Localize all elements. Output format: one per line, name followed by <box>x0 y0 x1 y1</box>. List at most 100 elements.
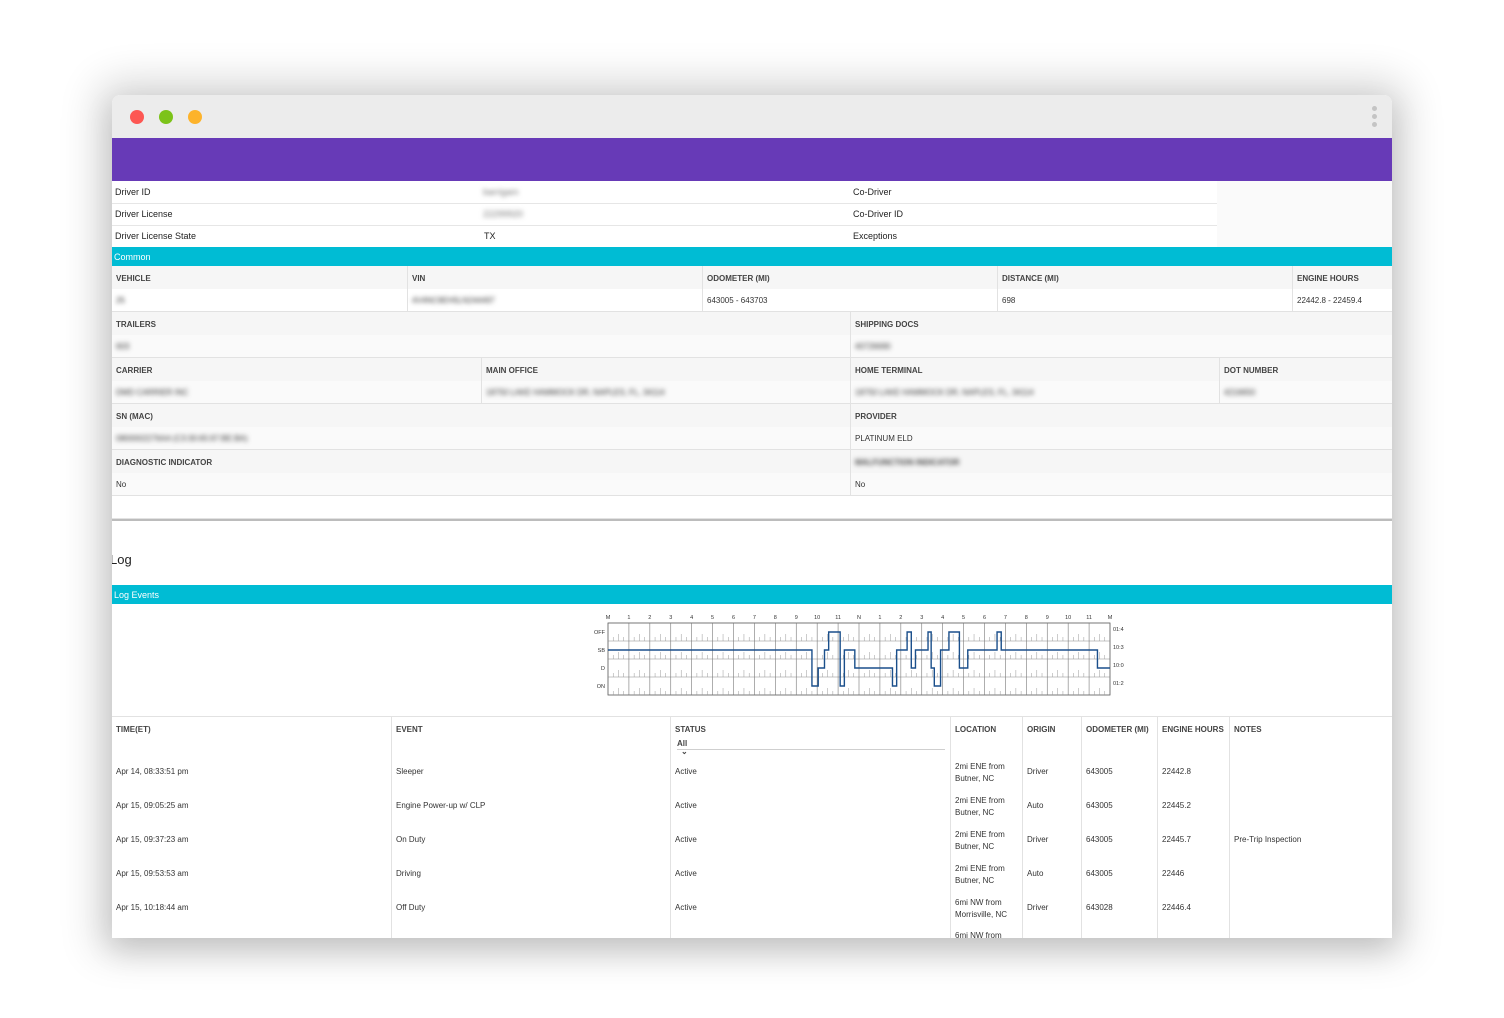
hour-label: M <box>606 615 611 621</box>
co-driver-id-label: Co-Driver ID <box>853 209 904 219</box>
driver-license-value: 22299920 <box>483 209 524 219</box>
event-name: Engine Power-up w/ CLP <box>396 801 486 810</box>
shipping-docs-value: 40726690 <box>855 342 891 351</box>
event-time: Apr 14, 08:33:51 pm <box>116 767 189 776</box>
page-content: Driver ID barrigam Co-Driver Driver Lice… <box>112 181 1392 938</box>
driver-id-label: Driver ID <box>115 187 151 197</box>
hour-label: 4 <box>690 615 693 621</box>
event-time: Apr 15, 09:53:53 am <box>116 869 189 878</box>
hour-label: 7 <box>1004 615 1007 621</box>
event-time: Apr 15, 09:37:23 am <box>116 835 189 844</box>
event-status: Active <box>675 801 697 810</box>
main-office-value: 18750 LAKE HAMMOCK DR, NAPLES, FL, 34114 <box>486 388 665 397</box>
carrier-value: DMD CARRIER INC <box>116 388 189 397</box>
odometer-header[interactable]: ODOMETER (MI) <box>1086 725 1149 734</box>
carrier-header-row: CARRIER MAIN OFFICE HOME TERMINAL DOT NU… <box>112 358 1392 382</box>
title-bar <box>112 95 1392 138</box>
driver-info-row: Driver ID barrigam Co-Driver <box>112 181 1392 204</box>
status-label: ON <box>597 684 605 690</box>
row-total: 01:46 <box>1113 627 1124 633</box>
table-row[interactable]: Apr 15, 09:53:53 am Driving Active 2mi ENE … <box>112 857 1392 892</box>
hour-label: 11 <box>835 615 841 621</box>
table-row[interactable]: Apr 15, 09:37:23 am On Duty Active 2mi ENE … <box>112 823 1392 858</box>
sn-value-row: 0800002276AA (C3:30:65:97:BE:BA) PLATINU… <box>112 427 1392 450</box>
hour-label: 6 <box>983 615 986 621</box>
close-window-button[interactable] <box>130 110 144 124</box>
event-origin: Driver <box>1027 835 1049 844</box>
vehicle-link[interactable]: 25 <box>116 296 125 305</box>
log-title: Log <box>112 552 132 567</box>
event-location: 6mi NW from <box>955 931 1002 938</box>
hour-label: 4 <box>941 615 944 621</box>
trailers-value: 603 <box>116 342 130 351</box>
engine-hours-header: ENGINE HOURS <box>1297 274 1359 283</box>
more-options-icon[interactable] <box>1370 106 1378 130</box>
event-time: Apr 15, 09:05:25 am <box>116 801 189 810</box>
event-location: 2mi ENE from Butner, NC <box>955 762 1005 783</box>
table-row[interactable]: Apr 15, 09:05:25 am Engine Power-up w/ CL… <box>112 789 1392 824</box>
event-odometer: 643005 <box>1086 869 1113 878</box>
table-row[interactable]: 6mi NW from <box>112 925 1392 938</box>
engine-hours-value: 22442.8 - 22459.4 <box>1297 296 1362 305</box>
maximize-window-button[interactable] <box>159 110 173 124</box>
log-events-section-header: Log Events <box>112 585 1392 604</box>
table-row[interactable]: Apr 15, 10:18:44 am Off Duty Active 6mi NW … <box>112 891 1392 926</box>
graph-row-totals: 01:46 10:31 10:04 01:29 <box>1113 627 1124 687</box>
hour-label: 2 <box>648 615 651 621</box>
distance-header: DISTANCE (MI) <box>1002 274 1059 283</box>
status-header[interactable]: STATUS <box>675 725 706 734</box>
event-odometer: 643005 <box>1086 767 1113 776</box>
event-notes: Pre-Trip Inspection <box>1234 835 1302 844</box>
table-row[interactable]: Apr 14, 08:33:51 pm Sleeper Active 2mi ENE … <box>112 755 1392 790</box>
carrier-header: CARRIER <box>116 366 153 375</box>
event-header[interactable]: EVENT <box>396 725 423 734</box>
main-office-header: MAIN OFFICE <box>486 366 538 375</box>
common-section-header: Common <box>112 247 1392 266</box>
status-label: OFF <box>594 630 606 636</box>
event-odometer: 643005 <box>1086 801 1113 810</box>
status-filter-select[interactable]: All ⌄ <box>677 739 945 756</box>
dot-number-value: 4216650 <box>1224 388 1256 397</box>
vin-value: 4V4NC9EH5LN244497 <box>412 296 495 305</box>
minimize-window-button[interactable] <box>188 110 202 124</box>
status-label: D <box>601 666 605 672</box>
time-header[interactable]: TIME(ET) <box>116 725 151 734</box>
co-driver-label: Co-Driver <box>853 187 892 197</box>
odometer-header: ODOMETER (MI) <box>707 274 770 283</box>
row-total: 10:31 <box>1113 645 1124 651</box>
graph-hour-labels: M 1 2 3 4 5 6 7 8 9 10 11 N 1 2 3 4 5 6 7 8 9 10 11 M <box>606 615 1113 621</box>
hour-label: 5 <box>711 615 714 621</box>
event-time: Apr 15, 10:18:44 am <box>116 903 189 912</box>
hour-label: 10 <box>1065 615 1071 621</box>
malfunction-indicator-header: MALFUNCTION INDICATOR <box>855 458 960 467</box>
odometer-value: 643005 - 643703 <box>707 296 768 305</box>
event-name: On Duty <box>396 835 426 844</box>
home-terminal-header: HOME TERMINAL <box>855 366 923 375</box>
origin-header[interactable]: ORIGIN <box>1027 725 1055 734</box>
event-status: Active <box>675 835 697 844</box>
engine-hours-header[interactable]: ENGINE HOURS <box>1162 725 1224 734</box>
event-name: Sleeper <box>396 767 424 776</box>
event-origin: Auto <box>1027 869 1044 878</box>
row-total: 10:04 <box>1113 663 1124 669</box>
trailers-header: TRAILERS <box>116 320 156 329</box>
row-total: 01:29 <box>1113 681 1124 687</box>
location-header[interactable]: LOCATION <box>955 725 996 734</box>
driver-license-label: Driver License <box>115 209 173 219</box>
hour-label: M <box>1108 615 1113 621</box>
trailers-header-row: TRAILERS SHIPPING DOCS <box>112 312 1392 336</box>
vehicle-header: VEHICLE <box>116 274 151 283</box>
hour-label: 11 <box>1086 615 1092 621</box>
hour-label: 3 <box>920 615 923 621</box>
hour-label: 9 <box>1046 615 1049 621</box>
log-events-title: Log Events <box>114 590 160 600</box>
hour-label: 1 <box>627 615 630 621</box>
section-divider <box>112 519 1392 521</box>
notes-header[interactable]: NOTES <box>1234 725 1262 734</box>
driver-license-state-value: TX <box>484 231 496 241</box>
distance-value: 698 <box>1002 296 1016 305</box>
hour-label: 3 <box>669 615 672 621</box>
dot-number-header: DOT NUMBER <box>1224 366 1279 375</box>
hour-label: 8 <box>1025 615 1028 621</box>
driver-info-row: Driver License 22299920 Co-Driver ID <box>112 203 1392 226</box>
